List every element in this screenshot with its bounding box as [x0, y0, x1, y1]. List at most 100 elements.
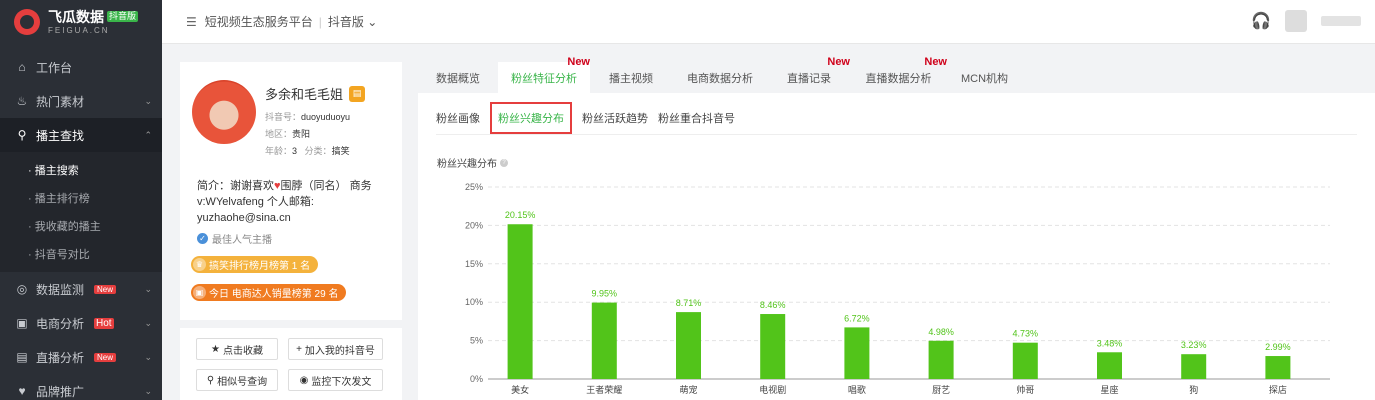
chart-title: 粉丝兴趣分布? [437, 155, 508, 170]
live-icon: ▤ [16, 350, 28, 364]
bar [760, 314, 786, 379]
tab-live-analysis[interactable]: 直播数据分析 New [850, 56, 948, 93]
x-tick-label: 星座 [1100, 384, 1118, 395]
verified-badge: ✓ 最佳人气主播 [197, 231, 272, 246]
top-bar: ☰ 短视频生态服务平台 | 抖音版 ⌄ 🎧 [162, 0, 1375, 44]
bar [1265, 356, 1291, 379]
nav-item-live-analysis[interactable]: ▤ 直播分析 New ⌄ [0, 340, 162, 374]
tab-fan-features[interactable]: 粉丝特征分析 New [498, 56, 590, 93]
monitor-icon: ◉ [299, 374, 309, 386]
x-tick-label: 狗 [1189, 384, 1198, 395]
data-label: 9.95% [592, 289, 618, 299]
streamer-name: 多余和毛毛姐 [265, 87, 344, 102]
x-tick-label: 厨艺 [932, 385, 950, 395]
crown-icon: ♛ [193, 258, 206, 271]
age-category: 年龄：3 分类：搞笑 [265, 146, 350, 156]
bar [1012, 342, 1038, 379]
bar [1097, 352, 1122, 379]
home-icon: ⌂ [18, 60, 26, 74]
chevron-down-icon: ⌄ [367, 15, 378, 29]
profile-card: 多余和毛毛姐 ▤ 抖音号：duoyuduoyu 地区：贵阳 年龄：3 分类：搞笑 … [180, 62, 402, 400]
favorite-button[interactable]: ★ 点击收藏 [196, 338, 278, 360]
logo-mark-icon [14, 9, 40, 35]
bar [844, 327, 870, 379]
user-avatar[interactable] [1285, 10, 1307, 32]
y-tick-label: 15% [465, 259, 483, 269]
data-label: 4.73% [1013, 329, 1039, 339]
add-douyin-button[interactable]: + 加入我的抖音号 [288, 338, 383, 360]
info-icon[interactable]: ? [500, 158, 508, 167]
chevron-down-icon: ⌄ [144, 385, 152, 396]
headset-icon[interactable]: 🎧 [1251, 11, 1271, 31]
hot-badge: Hot [94, 317, 114, 329]
y-tick-label: 20% [465, 220, 483, 230]
bag-icon: ▣ [16, 316, 28, 330]
tab-ecommerce[interactable]: 电商数据分析 [672, 62, 768, 93]
bar [676, 312, 701, 379]
chevron-down-icon: ⌄ [144, 95, 152, 106]
data-label: 3.23% [1181, 340, 1207, 350]
menu-icon[interactable]: ☰ [186, 15, 197, 29]
bio: 简介：谢谢喜欢♥围脖（同名） 商务v:WYelvafeng 个人邮箱: yuzh… [197, 180, 372, 224]
y-tick-label: 25% [465, 182, 483, 192]
logo-title: 飞瓜数据 [48, 8, 104, 25]
nav-item-ecommerce[interactable]: ▣ 电商分析 Hot ⌄ [0, 306, 162, 340]
sub-item-streamer-search[interactable]: · 播主搜索 [0, 156, 162, 184]
logo[interactable]: 飞瓜数据 抖音版 FEIGUA.CN [0, 0, 162, 44]
main-panel: 数据概览 粉丝特征分析 New 播主视频 电商数据分析 直播记录 New 直播数据分… [418, 56, 1375, 400]
chevron-down-icon: ⌄ [144, 283, 152, 294]
rank-badge-sales[interactable]: ▣ 今日 电商达人销量榜第 29 名 [191, 284, 347, 301]
chevron-down-icon: ⌄ [144, 317, 152, 328]
submenu-streamer: · 播主搜索 · 播主排行榜 · 我收藏的播主 · 抖音号对比 [0, 152, 162, 272]
sub-item-streamer-ranking[interactable]: · 播主排行榜 [0, 184, 162, 212]
tab-overview[interactable]: 数据概览 [418, 62, 498, 93]
subtab-fan-interest[interactable]: 粉丝兴趣分布 [490, 102, 572, 134]
subtab-fan-portrait[interactable]: 粉丝画像 [436, 105, 480, 131]
rank-badge-monthly[interactable]: ♛ 搞笑排行榜月榜第 1 名 [191, 256, 319, 273]
logo-badge: 抖音版 [107, 11, 139, 22]
new-label: New [567, 56, 590, 68]
streamer-avatar [192, 80, 256, 144]
tab-videos[interactable]: 播主视频 [590, 62, 672, 93]
data-label: 6.72% [844, 313, 870, 323]
data-label: 8.71% [676, 298, 702, 308]
nav-item-workbench[interactable]: ⌂ 工作台 [0, 50, 162, 84]
data-label: 3.48% [1097, 338, 1123, 348]
bar [928, 340, 954, 379]
new-badge: New [94, 352, 117, 362]
nav-item-streamer-search[interactable]: ⚲ 播主查找 ⌃ [0, 118, 162, 152]
x-tick-label: 电视剧 [759, 384, 786, 395]
monitor-icon: ◎ [16, 282, 28, 296]
y-tick-label: 5% [470, 336, 483, 346]
bar [1181, 354, 1207, 379]
y-tick-label: 10% [465, 297, 483, 307]
region: 地区：贵阳 [265, 129, 311, 139]
data-label: 2.99% [1265, 342, 1291, 352]
data-label: 4.98% [928, 327, 954, 337]
subtab-fan-overlap[interactable]: 粉丝重合抖音号 [658, 105, 735, 131]
monitor-button[interactable]: ◉ 监控下次发文 [288, 369, 383, 391]
new-badge: New [94, 284, 117, 294]
subtab-fan-activity[interactable]: 粉丝活跃趋势 [582, 105, 648, 131]
nav-item-data-monitor[interactable]: ◎ 数据监测 New ⌄ [0, 272, 162, 306]
title-separator: | [318, 14, 322, 29]
subtab-bar: 粉丝画像 粉丝兴趣分布 粉丝活跃趋势 粉丝重合抖音号 [436, 102, 735, 134]
x-tick-label: 唱歌 [848, 384, 866, 395]
search-icon: ⚲ [17, 128, 27, 142]
similar-search-button[interactable]: ⚲ 相似号查询 [196, 369, 278, 391]
user-name[interactable] [1321, 16, 1361, 26]
sub-item-douyin-compare[interactable]: · 抖音号对比 [0, 240, 162, 268]
x-tick-label: 萌宠 [679, 384, 697, 395]
sub-item-my-favorites[interactable]: · 我收藏的播主 [0, 212, 162, 240]
tab-mcn[interactable]: MCN机构 [947, 62, 1022, 93]
douyin-id: 抖音号：duoyuduoyu [265, 112, 351, 122]
nav-item-brand[interactable]: ♥ 品牌推广 ⌄ [0, 374, 162, 400]
nav-item-hot-material[interactable]: ♨ 热门素材 ⌄ [0, 84, 162, 118]
bar [591, 302, 617, 379]
x-tick-label: 美女 [511, 384, 529, 395]
tab-bar: 数据概览 粉丝特征分析 New 播主视频 电商数据分析 直播记录 New 直播数据分… [418, 56, 1375, 93]
shop-icon[interactable]: ▤ [349, 85, 366, 102]
version-switch[interactable]: 抖音版 ⌄ [328, 13, 377, 30]
x-tick-label: 探店 [1269, 384, 1287, 395]
tab-live-records[interactable]: 直播记录 New [768, 56, 850, 93]
